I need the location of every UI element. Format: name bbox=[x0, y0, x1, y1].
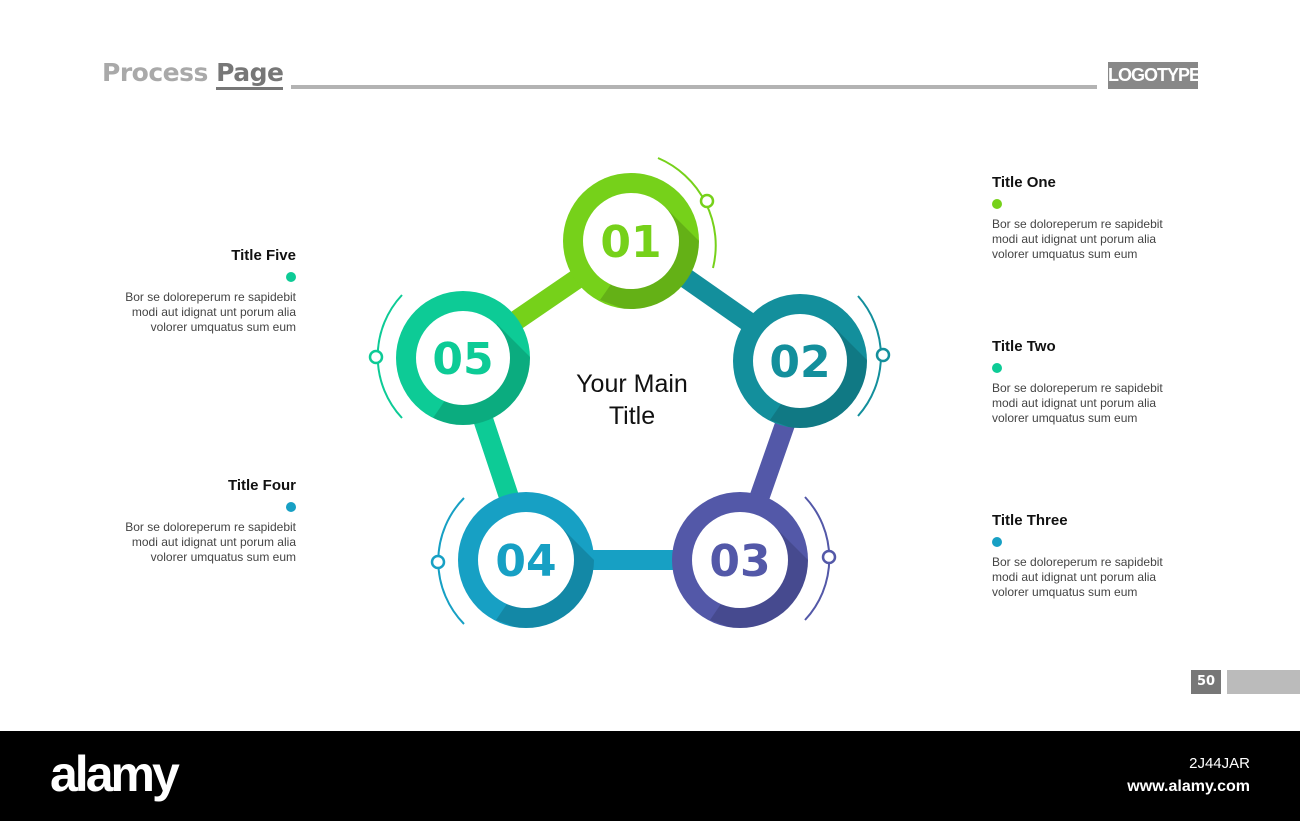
arc-dot-4 bbox=[430, 554, 446, 570]
arc-dot-5 bbox=[368, 349, 384, 365]
step-block-01: Title One Bor se doloreperum re sapidebi… bbox=[992, 174, 1192, 262]
bullet-dot bbox=[992, 199, 1002, 209]
bullet-dot bbox=[992, 537, 1002, 547]
watermark-footer: alamy 2J44JAR www.alamy.com bbox=[0, 731, 1300, 821]
step-block-02: Title Two Bor se doloreperum re sapidebi… bbox=[992, 338, 1192, 426]
arc-dot-2 bbox=[875, 347, 891, 363]
step-circle-03: 03 bbox=[672, 492, 808, 628]
step-block-05: Title Five Bor se doloreperum re sapideb… bbox=[96, 247, 296, 335]
step-number: 02 bbox=[769, 337, 830, 388]
step-title: Title One bbox=[992, 174, 1056, 191]
step-description: Bor se doloreperum re sapidebit modi aut… bbox=[992, 217, 1163, 261]
step-number: 01 bbox=[600, 217, 661, 268]
arc-dot-3 bbox=[821, 549, 837, 565]
watermark-brand: alamy bbox=[50, 746, 180, 802]
step-description: Bor se doloreperum re sapidebit modi aut… bbox=[125, 290, 296, 334]
bullet-dot bbox=[286, 272, 296, 282]
step-block-04: Title Four Bor se doloreperum re sapideb… bbox=[96, 477, 296, 565]
watermark-image-id: 2J44JAR bbox=[1189, 755, 1250, 772]
step-circle-04: 04 bbox=[458, 492, 594, 628]
step-title: Title Five bbox=[231, 247, 296, 264]
step-description: Bor se doloreperum re sapidebit modi aut… bbox=[992, 381, 1163, 425]
bullet-dot bbox=[992, 363, 1002, 373]
step-block-03: Title Three Bor se doloreperum re sapide… bbox=[992, 512, 1192, 600]
step-number: 04 bbox=[495, 536, 556, 587]
step-description: Bor se doloreperum re sapidebit modi aut… bbox=[992, 555, 1163, 599]
step-number: 03 bbox=[709, 536, 770, 587]
bullet-dot bbox=[286, 502, 296, 512]
step-description: Bor se doloreperum re sapidebit modi aut… bbox=[125, 520, 296, 564]
watermark-url: www.alamy.com bbox=[1127, 778, 1250, 795]
arc-dot-1 bbox=[699, 193, 715, 209]
page-bar bbox=[1227, 670, 1300, 694]
step-title: Title Two bbox=[992, 338, 1056, 355]
page-number: 50 bbox=[1191, 670, 1221, 694]
step-title: Title Four bbox=[227, 477, 296, 494]
step-title: Title Three bbox=[992, 512, 1068, 529]
main-title: Your Main Title bbox=[576, 370, 688, 430]
step-circle-02: 02 bbox=[733, 294, 867, 428]
step-number: 05 bbox=[432, 334, 493, 385]
step-circle-01: 01 bbox=[563, 173, 699, 309]
